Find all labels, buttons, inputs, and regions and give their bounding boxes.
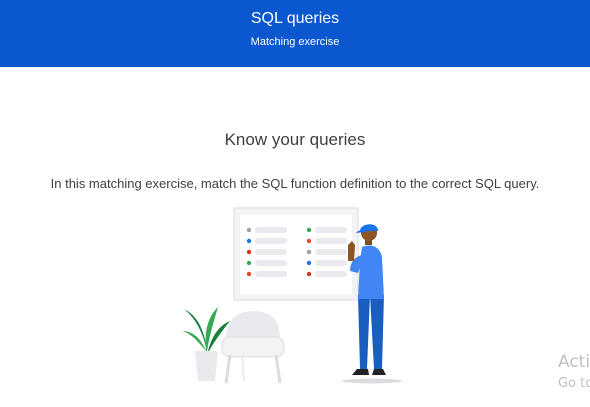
whiteboard-graphic [233, 207, 359, 301]
whiteboard-bullet [306, 249, 312, 255]
whiteboard-bullet [306, 260, 312, 266]
whiteboard-line [315, 227, 347, 233]
whiteboard-bullet [306, 238, 312, 244]
whiteboard-line [255, 227, 287, 233]
page-heading: Know your queries [224, 130, 366, 149]
whiteboard-line [315, 238, 347, 244]
whiteboard-line [255, 271, 287, 277]
whiteboard-bullet [246, 249, 252, 255]
person-at-whiteboard-illustration [182, 207, 402, 384]
watermark-line-1: Acti [558, 352, 590, 372]
intro-text: In this matching exercise, match the SQL… [50, 176, 540, 191]
whiteboard-line [255, 260, 287, 266]
whiteboard-line [315, 249, 347, 255]
whiteboard-line [315, 271, 347, 277]
whiteboard-bullet [246, 260, 252, 266]
lesson-subtitle: Matching exercise [250, 36, 340, 48]
whiteboard-bullet [246, 238, 252, 244]
whiteboard-line [255, 238, 287, 244]
whiteboard-bullet [246, 227, 252, 233]
lesson-title: SQL queries [250, 10, 340, 27]
lesson-header: SQL queries Matching exercise [0, 0, 590, 67]
whiteboard-line [315, 260, 347, 266]
person-graphic [342, 224, 402, 384]
whiteboard-line [255, 249, 287, 255]
chair-graphic [221, 311, 285, 384]
whiteboard-bullet [306, 227, 312, 233]
watermark-line-2: Go to [558, 376, 590, 391]
whiteboard-bullet [246, 271, 252, 277]
whiteboard-bullet [306, 271, 312, 277]
